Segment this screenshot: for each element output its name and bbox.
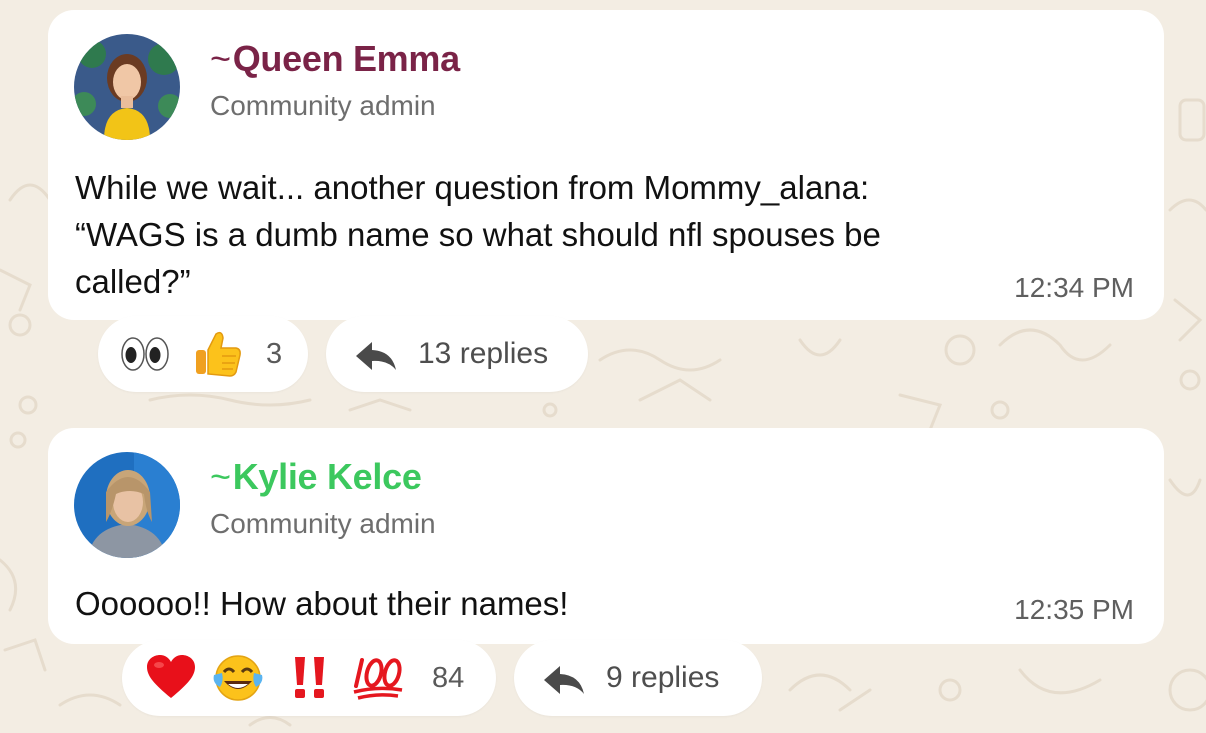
hundred-points-emoji	[352, 654, 404, 700]
message-time: 12:35 PM	[1014, 594, 1134, 625]
sender-name-text: Queen Emma	[232, 38, 460, 79]
sender-name-text: Kylie Kelce	[232, 456, 422, 497]
message-line: “WAGS is a dumb name so what should nfl …	[75, 216, 881, 253]
replies-button[interactable]: 13 replies	[326, 316, 588, 392]
tears-of-joy-emoji	[212, 653, 264, 703]
message-text: While we wait... another question from M…	[75, 164, 1075, 305]
reaction-count: 84	[432, 662, 465, 694]
reply-arrow-icon	[354, 340, 398, 377]
reactions-pill[interactable]: 84	[122, 640, 496, 716]
eyes-emoji	[120, 334, 170, 374]
message-line: Oooooo!! How about their names!	[75, 585, 569, 622]
sender-prefix: ~	[210, 456, 231, 497]
sender-name[interactable]: ~Queen Emma	[210, 38, 460, 80]
message-text: Oooooo!! How about their names!	[75, 580, 1075, 627]
reply-arrow-icon	[542, 664, 586, 701]
message-time: 12:34 PM	[1014, 272, 1134, 303]
sender-name[interactable]: ~Kylie Kelce	[210, 456, 422, 498]
reactions-pill[interactable]: 3	[98, 316, 308, 392]
message-bubble[interactable]: ~Queen Emma Community admin While we wai…	[48, 10, 1164, 320]
message-line: While we wait... another question from M…	[75, 169, 870, 206]
replies-count-label: 13 replies	[418, 337, 549, 370]
sender-role: Community admin	[210, 508, 436, 539]
reaction-count: 3	[266, 338, 283, 370]
thumbs-up-emoji	[192, 328, 242, 378]
double-exclamation-emoji	[290, 653, 330, 701]
avatar[interactable]	[74, 34, 180, 140]
sender-prefix: ~	[210, 38, 231, 79]
replies-count-label: 9 replies	[606, 661, 720, 694]
red-heart-emoji	[146, 654, 196, 700]
sender-role: Community admin	[210, 90, 436, 121]
avatar[interactable]	[74, 452, 180, 558]
message-bubble[interactable]: ~Kylie Kelce Community admin Oooooo!! Ho…	[48, 428, 1164, 644]
message-line: called?”	[75, 263, 191, 300]
replies-button[interactable]: 9 replies	[514, 640, 762, 716]
